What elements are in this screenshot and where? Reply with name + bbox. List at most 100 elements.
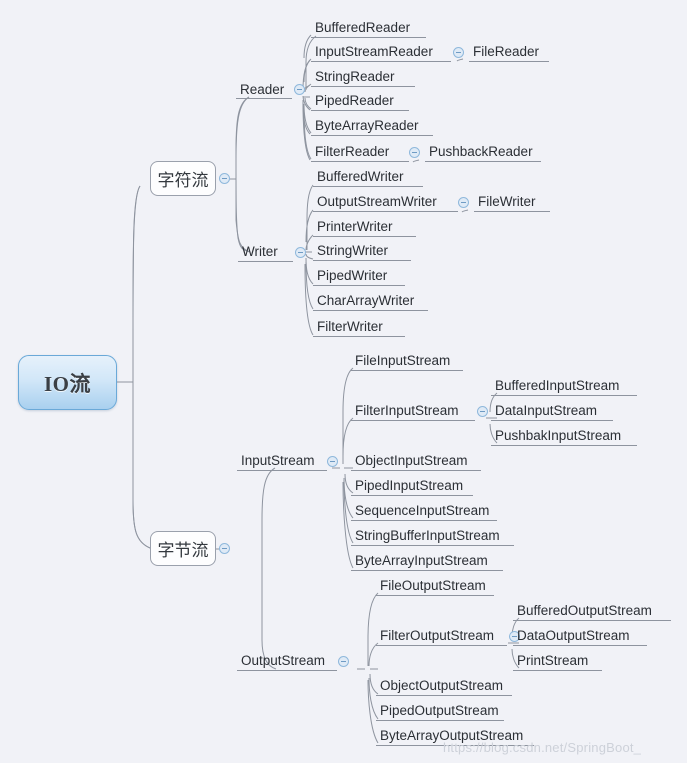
node-pushback-reader[interactable]: PushbackReader: [429, 143, 533, 162]
node-underline: [474, 211, 550, 212]
node-buffered-reader[interactable]: BufferedReader: [315, 19, 410, 38]
node-label: BufferedReader: [315, 20, 411, 35]
node-piped-reader[interactable]: PipedReader: [315, 92, 394, 111]
node-label: Writer: [242, 244, 278, 259]
node-filter-output-stream[interactable]: FilterOutputStream: [380, 627, 494, 646]
node-underline: [469, 61, 549, 62]
node-underline: [311, 161, 409, 162]
collapse-toggle-input-stream-reader[interactable]: [453, 47, 464, 58]
node-sequence-input-stream[interactable]: SequenceInputStream: [355, 502, 489, 521]
node-underline: [376, 645, 507, 646]
node-printer-writer[interactable]: PrinterWriter: [317, 218, 393, 237]
node-label: SequenceInputStream: [355, 503, 490, 518]
root-node[interactable]: IO流: [18, 355, 117, 410]
node-label: FilterWriter: [317, 319, 383, 334]
node-string-buffer-input-stream[interactable]: StringBufferInputStream: [355, 527, 500, 546]
node-byte-array-input-stream[interactable]: ByteArrayInputStream: [355, 552, 488, 571]
collapse-toggle-output-stream-writer[interactable]: [458, 197, 469, 208]
branch-node-byte-stream[interactable]: 字节流: [150, 531, 216, 566]
node-writer[interactable]: Writer: [242, 243, 278, 262]
watermark-text: https://blog.csdn.net/SpringBoot_: [443, 740, 642, 755]
node-input-stream-reader[interactable]: InputStreamReader: [315, 43, 433, 62]
node-piped-input-stream[interactable]: PipedInputStream: [355, 477, 463, 496]
node-label: StringReader: [315, 69, 395, 84]
node-underline: [311, 86, 415, 87]
node-label: InputStream: [241, 453, 315, 468]
node-file-output-stream[interactable]: FileOutputStream: [380, 577, 486, 596]
node-object-output-stream[interactable]: ObjectOutputStream: [380, 677, 503, 696]
node-label: StringBufferInputStream: [355, 528, 500, 543]
node-underline: [513, 670, 602, 671]
node-piped-writer[interactable]: PipedWriter: [317, 267, 387, 286]
node-label: ObjectInputStream: [355, 453, 468, 468]
node-underline: [351, 495, 473, 496]
node-file-writer[interactable]: FileWriter: [478, 193, 536, 212]
node-label: Reader: [240, 82, 285, 97]
root-label: IO流: [43, 371, 91, 396]
node-underline: [313, 260, 411, 261]
collapse-toggle-reader[interactable]: [294, 84, 305, 95]
node-data-input-stream[interactable]: DataInputStream: [495, 402, 597, 421]
node-buffered-writer[interactable]: BufferedWriter: [317, 168, 404, 187]
node-data-output-stream[interactable]: DataOutputStream: [517, 627, 630, 646]
node-underline: [237, 470, 327, 471]
collapse-toggle-output-stream[interactable]: [338, 656, 349, 667]
node-label: ByteArrayReader: [315, 118, 419, 133]
node-underline: [491, 395, 637, 396]
node-underline: [311, 135, 433, 136]
node-label: PrinterWriter: [317, 219, 393, 234]
node-label: FilterOutputStream: [380, 628, 495, 643]
node-label: InputStreamReader: [315, 44, 433, 59]
node-underline: [313, 310, 428, 311]
collapse-toggle-character-stream[interactable]: [219, 173, 230, 184]
node-byte-array-reader[interactable]: ByteArrayReader: [315, 117, 419, 136]
branch-node-character-stream[interactable]: 字符流: [150, 161, 216, 196]
node-underline: [351, 545, 514, 546]
node-pushbak-input-stream[interactable]: PushbakInputStream: [495, 427, 621, 446]
node-input-stream[interactable]: InputStream: [241, 452, 315, 471]
node-filter-reader[interactable]: FilterReader: [315, 143, 389, 162]
node-string-reader[interactable]: StringReader: [315, 68, 395, 87]
node-label: BufferedWriter: [317, 169, 404, 184]
node-piped-output-stream[interactable]: PipedOutputStream: [380, 702, 499, 721]
node-output-stream[interactable]: OutputStream: [241, 652, 325, 671]
node-underline: [351, 470, 481, 471]
mindmap-canvas: IO流 字符流 Reader BufferedReader InputStrea…: [0, 0, 687, 763]
node-label: FilterInputStream: [355, 403, 459, 418]
node-buffered-output-stream[interactable]: BufferedOutputStream: [517, 602, 652, 621]
node-file-input-stream[interactable]: FileInputStream: [355, 352, 450, 371]
node-char-array-writer[interactable]: CharArrayWriter: [317, 292, 414, 311]
node-underline: [313, 236, 416, 237]
collapse-toggle-filter-input-stream[interactable]: [477, 406, 488, 417]
node-label: FileOutputStream: [380, 578, 486, 593]
node-label: BufferedOutputStream: [517, 603, 652, 618]
node-underline: [313, 336, 405, 337]
node-underline: [311, 37, 426, 38]
node-label: CharArrayWriter: [317, 293, 415, 308]
node-filter-input-stream[interactable]: FilterInputStream: [355, 402, 459, 421]
collapse-toggle-byte-stream[interactable]: [219, 543, 230, 554]
node-underline: [491, 445, 637, 446]
node-label: BufferedInputStream: [495, 378, 620, 393]
collapse-toggle-filter-reader[interactable]: [409, 147, 420, 158]
node-buffered-input-stream[interactable]: BufferedInputStream: [495, 377, 619, 396]
node-output-stream-writer[interactable]: OutputStreamWriter: [317, 193, 437, 212]
node-underline: [236, 98, 292, 99]
collapse-toggle-writer[interactable]: [295, 247, 306, 258]
node-underline: [351, 570, 503, 571]
node-underline: [238, 261, 293, 262]
node-label: PipedInputStream: [355, 478, 464, 493]
node-file-reader[interactable]: FileReader: [473, 43, 539, 62]
branch-label: 字节流: [157, 541, 209, 560]
node-underline: [491, 420, 613, 421]
node-underline: [513, 620, 671, 621]
node-filter-writer[interactable]: FilterWriter: [317, 318, 383, 337]
node-underline: [376, 720, 504, 721]
node-underline: [425, 161, 541, 162]
node-underline: [311, 110, 409, 111]
node-string-writer[interactable]: StringWriter: [317, 242, 388, 261]
node-object-input-stream[interactable]: ObjectInputStream: [355, 452, 468, 471]
collapse-toggle-input-stream[interactable]: [327, 456, 338, 467]
node-underline: [313, 211, 458, 212]
node-print-stream[interactable]: PrintStream: [517, 652, 588, 671]
